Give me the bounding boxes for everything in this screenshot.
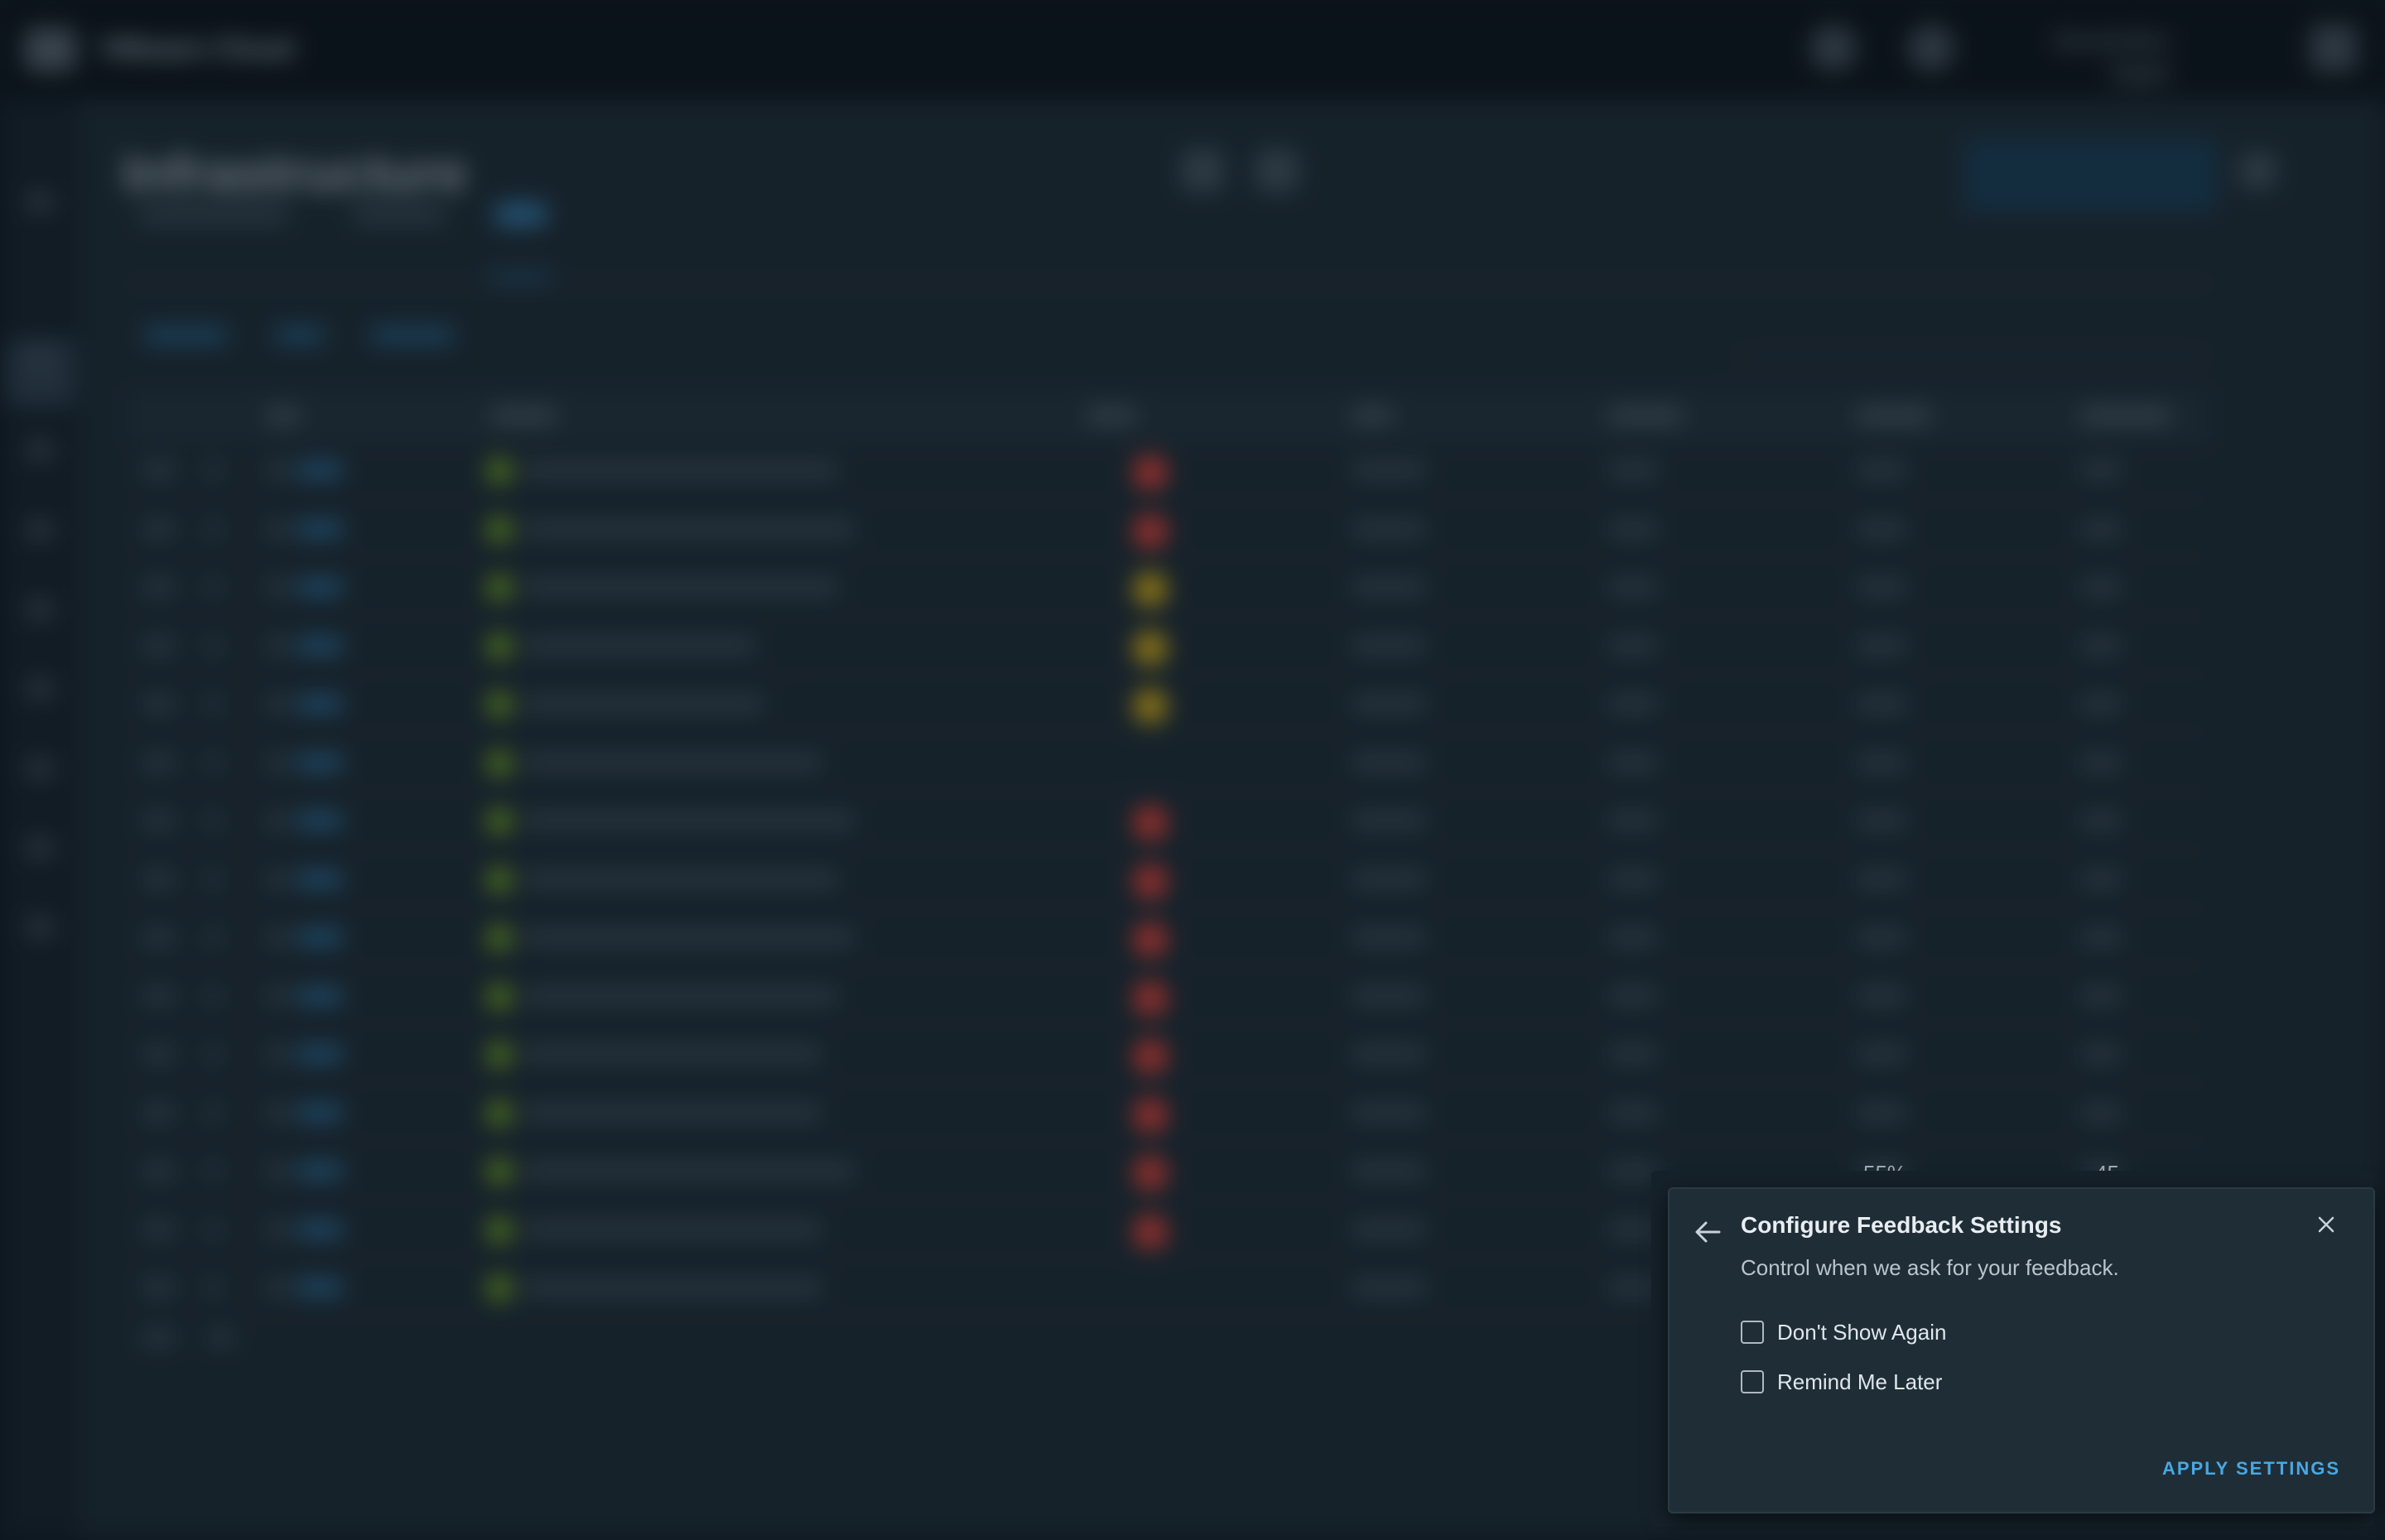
dont-show-again-label: Don't Show Again bbox=[1777, 1319, 1947, 1345]
remind-me-later-label: Remind Me Later bbox=[1777, 1369, 1943, 1394]
remind-me-later-option[interactable]: Remind Me Later bbox=[1741, 1368, 1942, 1396]
dialog-title: Configure Feedback Settings bbox=[1741, 1212, 2062, 1238]
dont-show-again-checkbox[interactable] bbox=[1741, 1321, 1764, 1344]
close-icon[interactable] bbox=[2312, 1210, 2340, 1239]
remind-me-later-checkbox[interactable] bbox=[1741, 1370, 1764, 1393]
back-arrow-icon[interactable] bbox=[1693, 1217, 1722, 1247]
dont-show-again-option[interactable]: Don't Show Again bbox=[1741, 1318, 1946, 1346]
dialog-subtitle: Control when we ask for your feedback. bbox=[1741, 1255, 2119, 1280]
feedback-settings-dialog: Configure Feedback Settings Control when… bbox=[1668, 1187, 2375, 1514]
apply-settings-button[interactable]: APPLY SETTINGS bbox=[2142, 1452, 2340, 1485]
